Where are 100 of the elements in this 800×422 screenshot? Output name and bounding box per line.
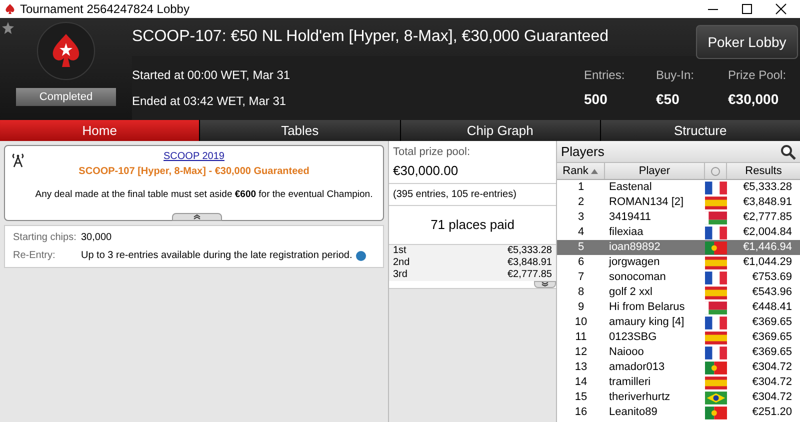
player-cell-text: amador013	[608, 360, 666, 376]
player-row[interactable]: 8 golf 2 xxl €543.96	[557, 285, 800, 300]
places-paid: 71 places paid	[430, 216, 516, 234]
flag-icon	[705, 210, 727, 224]
result-cell-text: €251.20	[751, 405, 793, 420]
player-row[interactable]: 5 ioan89892 €1,446.94	[557, 240, 800, 255]
result-cell-text: €369.65	[751, 330, 793, 346]
flag-icon	[705, 300, 727, 314]
player-cell-text: Eastenal	[608, 180, 653, 196]
player-cell-text: golf 2 xxl	[608, 285, 654, 300]
rank-cell-text: 9	[576, 300, 586, 316]
player-row[interactable]: 3 3419411 €2,777.85	[557, 210, 800, 225]
chevron-up-icon	[193, 214, 201, 220]
player-cell-text: ioan89892	[608, 240, 662, 256]
place-label: 2nd	[393, 256, 410, 270]
tab[interactable]: Home	[0, 120, 200, 141]
search-icon[interactable]	[780, 144, 796, 160]
rank-cell-text: 14	[574, 375, 588, 390]
spade-icon	[4, 3, 16, 15]
rank-cell-text: 3	[576, 210, 586, 226]
rank-cell-text: 15	[574, 390, 588, 406]
place-amount: €5,333.28	[508, 244, 552, 258]
result-cell-text: €5,333.28	[742, 180, 793, 196]
collapse-button[interactable]	[172, 213, 222, 221]
player-row[interactable]: 14 tramilleri €304.72	[557, 375, 800, 390]
tab[interactable]: Tables	[200, 120, 400, 141]
player-cell-text: Hi from Belarus	[608, 300, 686, 316]
flag-icon	[705, 226, 727, 240]
series-link[interactable]: SCOOP 2019	[164, 149, 224, 164]
place-amount: €3,848.91	[508, 256, 552, 270]
flag-icon	[705, 240, 727, 254]
result-cell-text: €2,004.84	[742, 225, 793, 240]
player-row[interactable]: 7 sonocoman €753.69	[557, 270, 800, 285]
place-label: 3rd	[393, 268, 408, 282]
stat-label: Buy-In:	[656, 67, 694, 84]
tab[interactable]: Structure	[600, 120, 800, 141]
player-cell-text: 0123SBG	[608, 330, 658, 346]
player-cell-text: sonocoman	[608, 270, 667, 286]
prize-pool-label: Total prize pool:	[392, 145, 472, 160]
result-cell-text: €543.96	[751, 285, 793, 300]
rank-cell-text: 13	[574, 360, 588, 376]
player-cell-text: amaury king [4]	[608, 315, 686, 330]
rank-cell-text: 16	[574, 405, 588, 420]
chevron-down-icon	[541, 282, 549, 286]
flag-icon	[705, 406, 727, 420]
flag-icon	[705, 256, 727, 270]
window-title: Tournament 2564247824 Lobby	[20, 1, 190, 18]
start-time: Started at 00:00 WET, Mar 31	[132, 67, 290, 84]
star-icon[interactable]	[2, 22, 14, 34]
rank-cell-text: 12	[574, 345, 588, 360]
flag-icon	[705, 390, 727, 404]
column-header[interactable]: Results	[727, 163, 800, 179]
player-row[interactable]: 15 theriverhurtz €304.72	[557, 390, 800, 405]
flag-icon	[705, 360, 727, 374]
tab[interactable]: Chip Graph	[400, 120, 600, 141]
flag-icon	[705, 346, 727, 360]
status-ribbon: Completed	[16, 88, 116, 106]
flag-icon	[705, 316, 727, 330]
player-row[interactable]: 12 Naiooo €369.65	[557, 345, 800, 360]
stat-label: Prize Pool:	[728, 67, 786, 84]
column-header[interactable]: Rank	[557, 163, 605, 179]
player-cell-text: 3419411	[608, 210, 652, 226]
player-row[interactable]: 13 amador013 €304.72	[557, 360, 800, 375]
end-time: Ended at 03:42 WET, Mar 31	[132, 93, 288, 110]
sort-arrow-icon	[591, 168, 598, 174]
player-row[interactable]: 2 ROMAN134 [2] €3,848.91	[557, 195, 800, 210]
place-amount: €2,777.85	[508, 268, 552, 282]
player-row[interactable]: 11 0123SBG €369.65	[557, 330, 800, 345]
poker-lobby-button[interactable]: Poker Lobby	[696, 25, 798, 59]
result-cell-text: €753.69	[751, 270, 793, 286]
player-row[interactable]: 9 Hi from Belarus €448.41	[557, 300, 800, 315]
flag-icon	[705, 196, 727, 210]
info-icon[interactable]	[356, 250, 366, 260]
antenna-icon	[11, 152, 25, 168]
detail-value: Up to 3 re-entries available during the late registration period.	[81, 249, 352, 263]
player-row[interactable]: 16 Leanito89 €251.20	[557, 405, 800, 420]
flag-icon	[705, 376, 727, 390]
player-row[interactable]: 6 jorgwagen €1,044.29	[557, 255, 800, 270]
player-row[interactable]: 10 amaury king [4] €369.65	[557, 315, 800, 330]
detail-value: 30,000	[81, 231, 112, 245]
column-header[interactable]: Player	[605, 163, 705, 179]
player-cell-text: Leanito89	[608, 405, 658, 420]
player-row[interactable]: 1 Eastenal €5,333.28	[557, 180, 800, 195]
result-cell-text: €304.72	[751, 390, 793, 406]
detail-label: Re-Entry:	[13, 249, 56, 263]
flag-icon	[705, 286, 727, 300]
player-cell-text: ROMAN134 [2]	[608, 195, 685, 210]
result-cell-text: €304.72	[751, 375, 793, 390]
stat-value: €30,000	[728, 90, 779, 109]
flag-icon	[705, 270, 727, 284]
stat-label: Entries:	[584, 67, 625, 84]
player-cell-text: filexiaa	[608, 225, 644, 240]
event-subtitle: SCOOP-107 [Hyper, 8-Max] - €30,000 Guaranteed	[78, 165, 310, 179]
flag-icon	[705, 330, 727, 344]
rank-cell-text: 8	[576, 285, 586, 300]
result-cell-text: €3,848.91	[742, 195, 793, 210]
player-row[interactable]: 4 filexiaa €2,004.84	[557, 225, 800, 240]
rank-cell-text: 4	[576, 225, 586, 240]
result-cell-text: €2,777.85	[742, 210, 793, 226]
result-cell-text: €369.65	[751, 315, 793, 330]
